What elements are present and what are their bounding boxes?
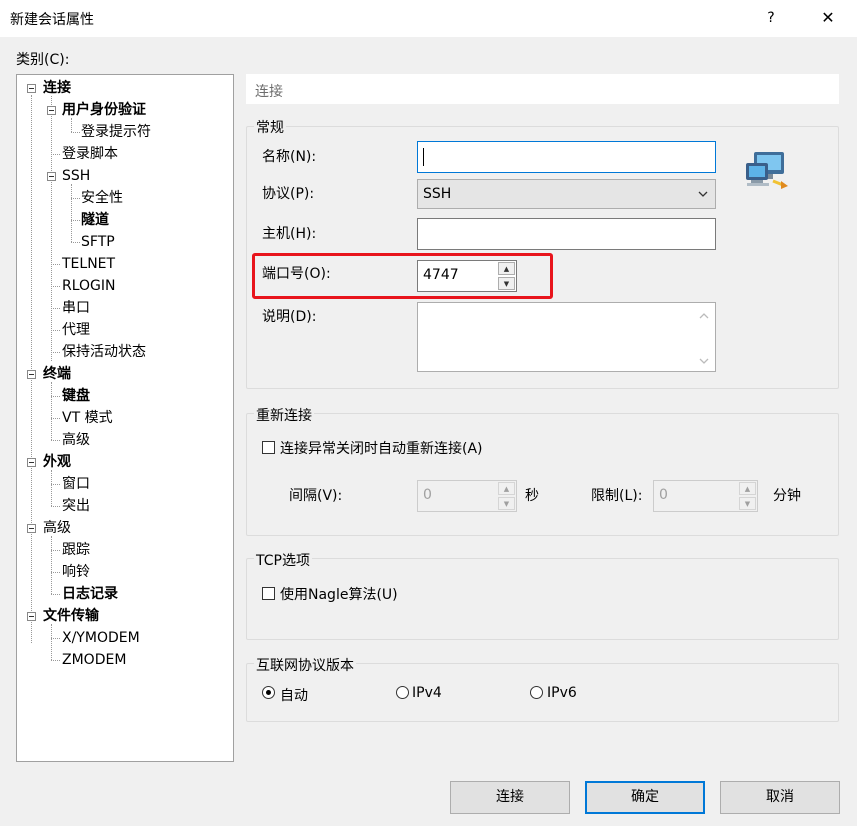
tcp-group-title: TCP选项 [254, 550, 312, 570]
section-header: 连接 [246, 74, 839, 104]
collapse-icon[interactable] [27, 612, 36, 621]
ip-version-group-title: 互联网协议版本 [254, 655, 356, 675]
ip-auto-radio[interactable] [262, 686, 275, 699]
limit-label: 限制(L): [591, 488, 643, 504]
ipv4-radio[interactable] [396, 686, 409, 699]
collapse-icon[interactable] [27, 458, 36, 467]
ipv6-label: IPv6 [547, 685, 577, 701]
limit-stepper[interactable]: 0 ▲ ▼ [653, 480, 758, 512]
tree-item-login-script[interactable]: 登录脚本 [62, 144, 118, 164]
close-icon[interactable]: ✕ [813, 4, 843, 32]
tree-item-proxy[interactable]: 代理 [62, 320, 90, 340]
ipv6-radio[interactable] [530, 686, 543, 699]
description-label: 说明(D): [262, 309, 317, 325]
tree-item-keepalive[interactable]: 保持活动状态 [62, 342, 146, 362]
collapse-icon[interactable] [27, 370, 36, 379]
scroll-down-icon[interactable] [699, 358, 709, 365]
tree-item-serial[interactable]: 串口 [62, 298, 90, 318]
nagle-label: 使用Nagle算法(U) [280, 587, 398, 603]
interval-increment-button[interactable]: ▲ [498, 482, 515, 495]
tree-item-appearance[interactable]: 外观 [43, 452, 71, 472]
collapse-icon[interactable] [27, 84, 36, 93]
auto-reconnect-checkbox[interactable] [262, 441, 275, 454]
tree-item-zmodem[interactable]: ZMODEM [62, 650, 126, 670]
scroll-up-icon[interactable] [699, 312, 709, 319]
name-label: 名称(N): [262, 149, 317, 165]
tree-item-advanced[interactable]: 高级 [43, 518, 71, 538]
ok-button[interactable]: 确定 [585, 781, 705, 814]
protocol-select[interactable]: SSH [417, 179, 716, 209]
host-input[interactable] [417, 218, 716, 250]
tree-item-terminal[interactable]: 终端 [43, 364, 71, 384]
tree-item-xymodem[interactable]: X/YMODEM [62, 628, 140, 648]
protocol-value: SSH [423, 186, 452, 202]
auto-reconnect-label: 连接异常关闭时自动重新连接(A) [280, 441, 483, 457]
tree-item-logging[interactable]: 日志记录 [62, 584, 118, 604]
description-textarea[interactable] [417, 302, 716, 372]
category-tree[interactable]: 连接 用户身份验证 登录提示符 登录脚本 SSH 安全性 隧道 SFTP TEL… [16, 74, 234, 762]
limit-value: 0 [659, 487, 668, 503]
interval-decrement-button[interactable]: ▼ [498, 497, 515, 510]
interval-label: 间隔(V): [289, 488, 343, 504]
tree-item-bell[interactable]: 响铃 [62, 562, 90, 582]
tree-item-terminal-advanced[interactable]: 高级 [62, 430, 90, 450]
tree-item-ssh[interactable]: SSH [62, 166, 90, 186]
cancel-button[interactable]: 取消 [720, 781, 840, 814]
tree-item-security[interactable]: 安全性 [81, 188, 123, 208]
interval-value: 0 [423, 487, 432, 503]
tree-item-login-prompt[interactable]: 登录提示符 [81, 122, 151, 142]
tree-item-trace[interactable]: 跟踪 [62, 540, 90, 560]
reconnect-group [246, 413, 839, 536]
tree-item-keyboard[interactable]: 键盘 [62, 386, 90, 406]
tree-item-telnet[interactable]: TELNET [62, 254, 115, 274]
nagle-checkbox[interactable] [262, 587, 275, 600]
host-label: 主机(H): [262, 226, 317, 242]
tree-item-rlogin[interactable]: RLOGIN [62, 276, 116, 296]
general-group-title: 常规 [254, 117, 286, 137]
ip-auto-label: 自动 [280, 688, 308, 704]
limit-increment-button[interactable]: ▲ [739, 482, 756, 495]
collapse-icon[interactable] [27, 524, 36, 533]
tree-item-highlight[interactable]: 突出 [62, 496, 90, 516]
reconnect-group-title: 重新连接 [254, 405, 314, 425]
network-computer-icon [746, 152, 788, 189]
tree-item-window[interactable]: 窗口 [62, 474, 90, 494]
protocol-label: 协议(P): [262, 186, 315, 202]
section-header-title: 连接 [255, 84, 283, 100]
help-button[interactable]: ? [757, 4, 785, 32]
category-label: 类别(C): [16, 52, 70, 68]
tree-item-user-auth[interactable]: 用户身份验证 [62, 100, 146, 120]
tree-item-vt-mode[interactable]: VT 模式 [62, 408, 113, 428]
title-bar: 新建会话属性 ? ✕ [0, 0, 857, 37]
tree-item-sftp[interactable]: SFTP [81, 232, 115, 252]
interval-stepper[interactable]: 0 ▲ ▼ [417, 480, 517, 512]
collapse-icon[interactable] [47, 172, 56, 181]
collapse-icon[interactable] [47, 106, 56, 115]
name-input[interactable] [417, 141, 716, 173]
window-title: 新建会话属性 [10, 12, 94, 28]
chevron-down-icon [698, 191, 708, 197]
tree-item-file-transfer[interactable]: 文件传输 [43, 606, 99, 626]
tree-item-connection[interactable]: 连接 [43, 78, 71, 98]
ipv4-label: IPv4 [412, 685, 442, 701]
limit-decrement-button[interactable]: ▼ [739, 497, 756, 510]
tree-item-tunnel[interactable]: 隧道 [81, 210, 109, 230]
interval-unit: 秒 [525, 488, 539, 504]
port-highlight-annotation [252, 253, 553, 299]
limit-unit: 分钟 [773, 488, 801, 504]
connect-button[interactable]: 连接 [450, 781, 570, 814]
